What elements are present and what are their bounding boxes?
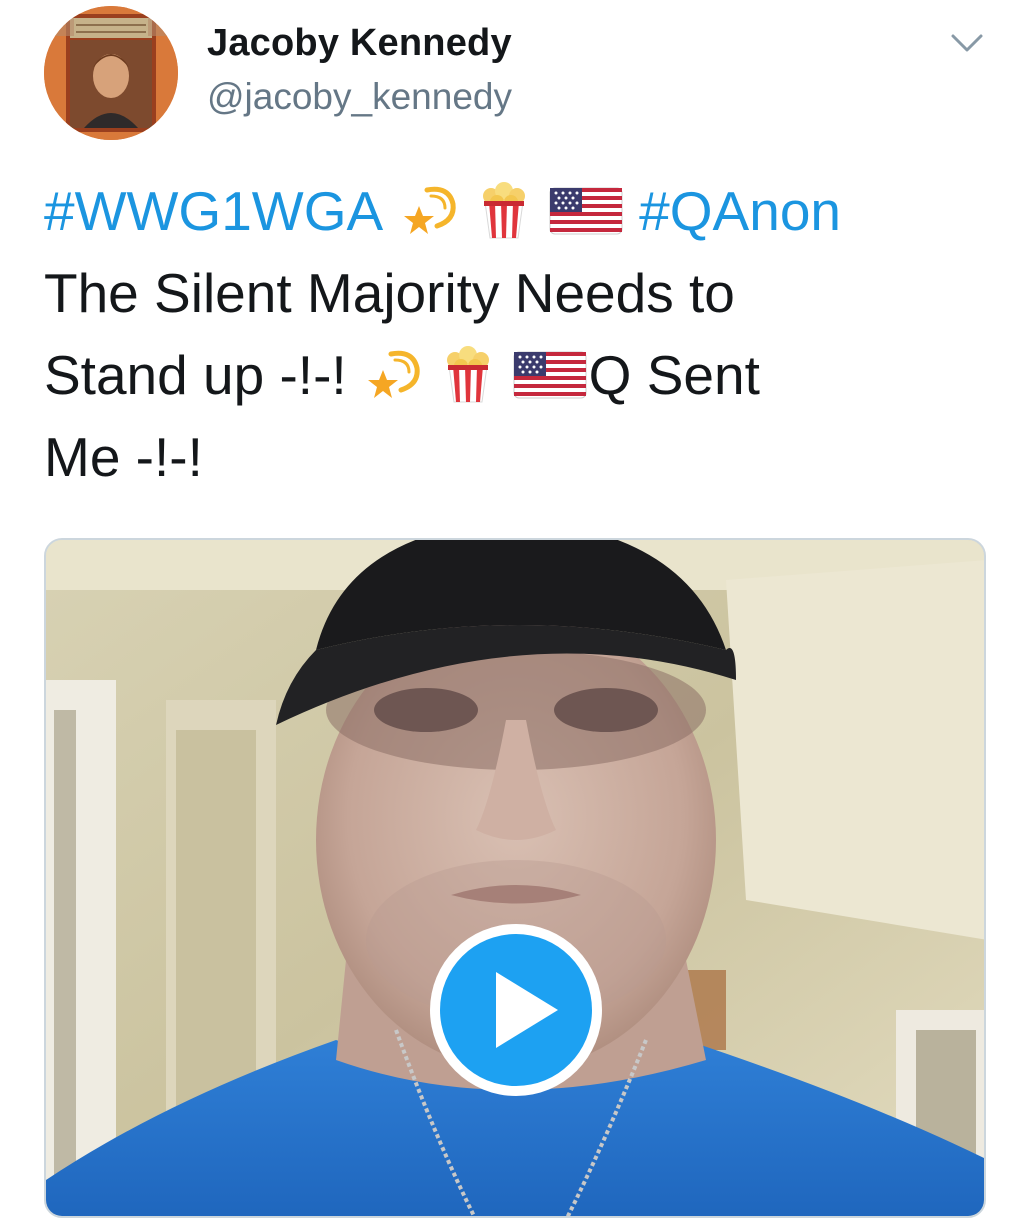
tweet-line-3-end: Q Sent xyxy=(588,344,760,406)
popcorn-icon xyxy=(473,182,535,240)
tweet-menu-button[interactable] xyxy=(945,26,989,60)
author-handle[interactable]: @jacoby_kennedy xyxy=(207,76,512,118)
tweet: Jacoby Kennedy @jacoby_kennedy #WWG1WGA xyxy=(0,0,1031,1218)
play-button[interactable] xyxy=(426,920,606,1100)
play-icon xyxy=(430,924,602,1096)
author-display-name[interactable]: Jacoby Kennedy xyxy=(207,22,512,65)
popcorn-icon xyxy=(437,346,499,404)
tweet-line-3: Stand up -!-! Q Sent xyxy=(44,334,994,416)
chevron-down-icon xyxy=(951,34,983,52)
hashtag-wwg1wga[interactable]: #WWG1WGA xyxy=(44,180,383,242)
avatar[interactable] xyxy=(44,6,178,140)
us-flag-icon xyxy=(513,346,587,404)
tweet-text: #WWG1WGA #QAnon The Silent Majority Need… xyxy=(44,170,994,498)
tweet-line-2: The Silent Majority Needs to xyxy=(44,262,735,324)
video-frame-image xyxy=(46,540,984,1216)
dizzy-star-icon xyxy=(397,182,459,240)
book-cover-avatar-icon xyxy=(44,6,178,140)
us-flag-icon xyxy=(549,182,623,240)
tweet-line-3-start: Stand up -!-! xyxy=(44,344,347,406)
tweet-line-4: Me -!-! xyxy=(44,426,203,488)
tweet-line-1: #WWG1WGA #QAnon xyxy=(44,170,994,252)
hashtag-qanon[interactable]: #QAnon xyxy=(639,180,841,242)
video-thumbnail[interactable] xyxy=(44,538,986,1218)
dizzy-star-icon xyxy=(361,346,423,404)
